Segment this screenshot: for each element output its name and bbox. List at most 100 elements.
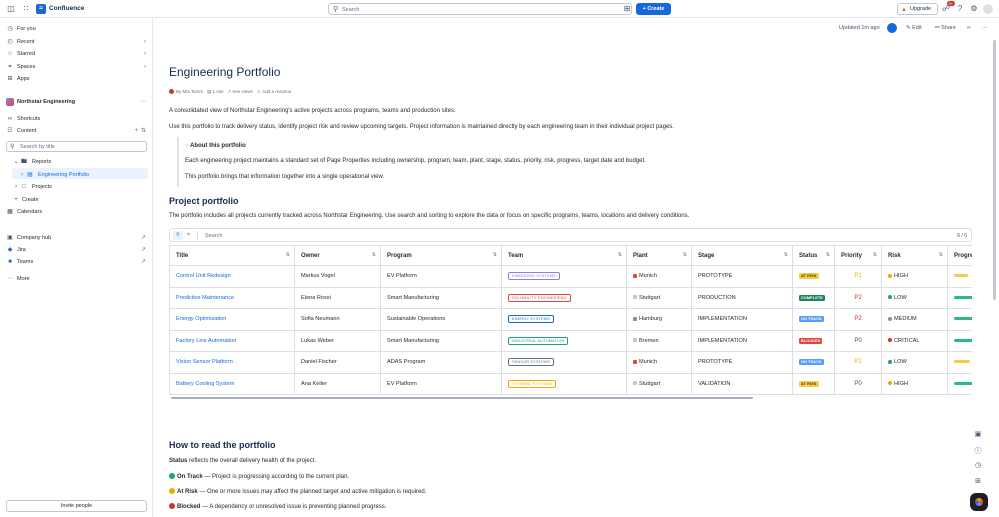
confluence-logo-icon[interactable]: ≈ [36, 4, 46, 14]
project-title-link[interactable]: Battery Cooling System [169, 372, 295, 395]
filter-icon[interactable]: ▿ [187, 231, 190, 238]
green-circle-icon [169, 473, 175, 479]
plant-cell: Stuttgart [626, 372, 692, 395]
spaces-icon: ⚭ [7, 64, 13, 70]
sort-icon[interactable]: ⇅ [873, 252, 877, 258]
app-switcher-icon[interactable]: ∷ [21, 4, 31, 14]
sidebar-item-calendars[interactable]: ▦ Calendars [6, 207, 148, 217]
sort-icon[interactable]: ⇅ [286, 252, 290, 258]
collaborator-avatar[interactable] [887, 23, 897, 33]
sidebar-item-recent[interactable]: ◴ Recent › [6, 37, 148, 47]
gear-icon[interactable]: ⚙ [969, 4, 979, 14]
column-header[interactable]: Owner ⇅ [294, 245, 381, 266]
sort-icon[interactable]: ⇅ [618, 252, 622, 258]
chevron-right-icon[interactable]: › [12, 182, 20, 192]
project-title-link[interactable]: Control Unit Redesign [169, 265, 295, 288]
invite-people-button[interactable]: Invite people [6, 500, 147, 512]
space-header[interactable]: Northstar Engineering ⋯ [6, 97, 148, 107]
column-header[interactable]: Plant ⇅ [626, 245, 692, 266]
tree-item-reports[interactable]: ⌄ 🖿 Reports [12, 157, 148, 167]
plant-name: Hamburg [639, 316, 663, 323]
sort-icon[interactable]: ⇅ [493, 252, 497, 258]
chevron-right-icon[interactable]: › [144, 62, 146, 72]
project-title-link[interactable]: Energy Optimization [169, 308, 295, 331]
sidebar-search-input[interactable]: ⚲ Search by title [6, 141, 147, 152]
sort-icon[interactable]: ⇅ [784, 252, 788, 258]
search-options-icon[interactable]: ⊞ [622, 4, 632, 14]
info-icon[interactable]: ⓘ [973, 446, 983, 456]
copy-link-icon[interactable]: ∞ [967, 23, 971, 33]
sidebar-item-shortcuts[interactable]: ∞ Shortcuts [6, 114, 148, 124]
more-actions-icon[interactable]: ⋯ [140, 97, 146, 107]
table-search-toggle-icon[interactable]: ⚲ [173, 231, 183, 240]
page-vertical-scrollbar[interactable] [993, 40, 996, 300]
project-title-link[interactable]: Predictive Maintenance [169, 286, 295, 309]
column-header[interactable]: Title ⇅ [169, 245, 295, 266]
plant-name: Stuttgart [639, 294, 661, 301]
project-title[interactable]: Vision Sensor Platform [176, 359, 233, 365]
chevron-right-icon[interactable]: › [18, 170, 26, 180]
comments-icon[interactable]: ▣ [973, 430, 983, 438]
sidebar-link-company-hub[interactable]: ▣ Company hub ↗ [6, 233, 148, 243]
sidebar-item-more[interactable]: ⋯ More [6, 274, 148, 284]
sidebar-link-teams[interactable]: ■ Teams ↗ [6, 257, 148, 267]
add-reaction-button[interactable]: Add a reaction [262, 89, 291, 94]
table-search-input[interactable]: Search [205, 233, 222, 239]
project-title-link[interactable]: Vision Sensor Platform [169, 351, 295, 374]
edit-button[interactable]: ✎ Edit [906, 23, 922, 33]
column-header[interactable]: Priority ⇅ [834, 245, 882, 266]
column-header[interactable]: Status ⇅ [792, 245, 835, 266]
tree-item-engineering-portfolio[interactable]: › ▤ Engineering Portfolio [18, 170, 148, 180]
author-avatar[interactable] [169, 89, 174, 95]
sort-icon[interactable]: ⇅ [939, 252, 943, 258]
history-icon[interactable]: ◷ [973, 461, 983, 469]
project-title[interactable]: Control Unit Redesign [176, 273, 231, 279]
scrollbar-thumb[interactable] [171, 397, 753, 399]
see-views-link[interactable]: See views [232, 89, 253, 94]
apps-panel-icon[interactable]: ⊞ [973, 477, 983, 485]
sort-icon[interactable]: ⇅ [372, 252, 376, 258]
stage-value: VALIDATION [698, 380, 731, 387]
upgrade-button[interactable]: ▲ Upgrade [897, 3, 938, 15]
table-horizontal-scrollbar[interactable] [169, 396, 972, 400]
column-header[interactable]: Stage ⇅ [691, 245, 793, 266]
sidebar-link-jira[interactable]: ◆ Jira ↗ [6, 245, 148, 255]
chevron-right-icon[interactable]: › [144, 37, 146, 47]
project-title[interactable]: Battery Cooling System [176, 381, 234, 387]
tree-item-create[interactable]: + Create [12, 195, 148, 205]
program-name: Sustainable Operations [387, 316, 446, 323]
create-button[interactable]: + Create [636, 3, 671, 15]
sidebar-item-label: Teams [17, 259, 34, 265]
column-header[interactable]: Team ⇅ [501, 245, 627, 266]
product-name[interactable]: Confluence [49, 5, 84, 12]
share-button[interactable]: ⚯ Share [935, 23, 956, 33]
chevron-right-icon[interactable]: › [144, 49, 146, 59]
column-header[interactable]: Program ⇅ [380, 245, 502, 266]
tree-item-projects[interactable]: › □ Projects [12, 182, 148, 192]
project-title[interactable]: Energy Optimization [176, 316, 226, 322]
sidebar-toggle-icon[interactable]: ◫ [6, 4, 16, 14]
sort-icon[interactable]: ⇅ [826, 252, 830, 258]
project-title-link[interactable]: Factory Line Automation [169, 329, 295, 352]
chevron-down-icon[interactable]: ⌄ [12, 157, 20, 167]
global-search-input[interactable]: ⚲ Search [328, 3, 632, 15]
sidebar-item-starred[interactable]: ☆ Starred › [6, 49, 148, 59]
sidebar-item-apps[interactable]: ⊞ Apps [6, 74, 148, 84]
profile-avatar[interactable] [983, 4, 993, 14]
add-content-icon[interactable]: + [134, 126, 138, 136]
sort-icon[interactable]: ⇅ [683, 252, 687, 258]
help-icon[interactable]: ? [955, 4, 965, 14]
column-header[interactable]: Progress [947, 245, 972, 266]
sort-icon[interactable]: ⇅ [141, 126, 146, 136]
owner-name: Ana Keller [301, 380, 327, 387]
sidebar-item-for-you[interactable]: ◷ For you [6, 24, 148, 34]
project-title[interactable]: Predictive Maintenance [176, 295, 234, 301]
author-name[interactable]: By Mia Tamm [176, 89, 203, 94]
sidebar-item-content[interactable]: ☷ Content + ⇅ [6, 126, 148, 136]
more-actions-icon[interactable]: ⋯ [982, 23, 988, 33]
column-header[interactable]: Risk ⇅ [881, 245, 948, 266]
sidebar-item-label: Shortcuts [17, 116, 41, 122]
project-title[interactable]: Factory Line Automation [176, 338, 236, 344]
sidebar-item-spaces[interactable]: ⚭ Spaces › [6, 62, 148, 72]
ai-assistant-button[interactable] [970, 493, 988, 511]
